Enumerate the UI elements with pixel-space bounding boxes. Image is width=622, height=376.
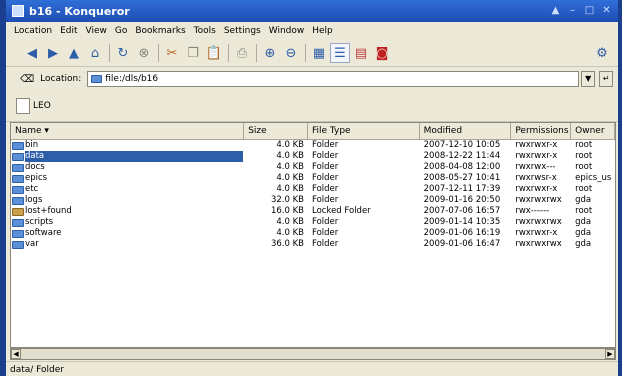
table-row[interactable]: var 36.0 KB Folder 2009-01-06 16:47 rwxr… <box>11 239 615 250</box>
location-input[interactable]: file:/dls/b16 <box>87 71 580 87</box>
folder-icon <box>12 240 24 249</box>
stop-icon[interactable]: ⊗ <box>134 43 154 63</box>
main-toolbar: ◀ ▶ ▲ ⌂ ↻ ⊗ ✂ ❐ 📋 ⎙ ⊕ ⊖ ▦ ☰ ▤ ◙ ⚙ <box>6 40 618 67</box>
table-row[interactable]: scripts 4.0 KB Folder 2009-01-14 10:35 r… <box>11 217 615 228</box>
minimize-icon[interactable]: – <box>565 4 580 18</box>
close-view-icon[interactable]: ◙ <box>372 43 392 63</box>
clear-location-icon[interactable]: ⌫ <box>20 74 34 85</box>
column-header-size[interactable]: Size <box>244 123 308 139</box>
toolbar-separator <box>228 44 229 62</box>
table-row[interactable]: lost+found 16.0 KB Locked Folder 2007-07… <box>11 206 615 217</box>
back-icon[interactable]: ◀ <box>22 43 42 63</box>
zoom-out-icon[interactable]: ⊖ <box>281 43 301 63</box>
up-icon[interactable]: ▲ <box>64 43 84 63</box>
maximize-icon[interactable]: □ <box>582 4 597 18</box>
table-row[interactable]: logs 32.0 KB Folder 2009-01-16 20:50 rwx… <box>11 195 615 206</box>
folder-icon <box>12 152 24 161</box>
folder-icon <box>12 196 24 205</box>
menu-settings[interactable]: Settings <box>220 26 265 36</box>
folder-icon <box>12 163 24 172</box>
column-header-modified[interactable]: Modified <box>420 123 512 139</box>
toolbar-separator <box>256 44 257 62</box>
document-icon <box>16 98 30 114</box>
cut-icon[interactable]: ✂ <box>162 43 182 63</box>
go-icon[interactable]: ↵ <box>599 71 614 87</box>
folder-icon <box>91 75 103 83</box>
location-label: Location: <box>40 74 82 84</box>
konqueror-gear-icon[interactable]: ⚙ <box>592 43 612 63</box>
scroll-left-icon[interactable]: ◀ <box>11 349 21 359</box>
toolbar-separator <box>158 44 159 62</box>
zoom-in-icon[interactable]: ⊕ <box>260 43 280 63</box>
icon-view-icon[interactable]: ▦ <box>309 43 329 63</box>
menu-help[interactable]: Help <box>308 26 337 36</box>
column-header-owner[interactable]: Owner <box>571 123 615 139</box>
menu-bar: Location Edit View Go Bookmarks Tools Se… <box>6 22 618 40</box>
column-header-file-type[interactable]: File Type <box>308 123 420 139</box>
toolbar-separator <box>305 44 306 62</box>
menu-view[interactable]: View <box>82 26 111 36</box>
location-value: file:/dls/b16 <box>105 74 159 84</box>
menu-bookmarks[interactable]: Bookmarks <box>131 26 189 36</box>
folder-icon <box>12 141 24 150</box>
status-text: data/ Folder <box>10 364 64 375</box>
app-icon <box>12 5 24 17</box>
menu-window[interactable]: Window <box>265 26 309 36</box>
status-bar: data/ Folder <box>6 361 618 376</box>
detailed-view-icon[interactable]: ☰ <box>330 43 350 63</box>
tree-view-icon[interactable]: ▤ <box>351 43 371 63</box>
reload-icon[interactable]: ↻ <box>113 43 133 63</box>
bookmark-leo[interactable]: LEO <box>16 98 51 114</box>
table-row[interactable]: docs 4.0 KB Folder 2008-04-08 12:00 rwxr… <box>11 162 615 173</box>
table-row[interactable]: bin 4.0 KB Folder 2007-12-10 10:05 rwxrw… <box>11 140 615 151</box>
table-row[interactable]: data 4.0 KB Folder 2008-12-22 11:44 rwxr… <box>11 151 615 162</box>
table-row[interactable]: software 4.0 KB Folder 2009-01-06 16:19 … <box>11 228 615 239</box>
close-icon[interactable]: ✕ <box>599 4 614 18</box>
shade-icon[interactable]: ▲ <box>548 4 563 18</box>
file-list[interactable]: Name ▾ Size File Type Modified Permissio… <box>10 122 616 348</box>
list-header: Name ▾ Size File Type Modified Permissio… <box>11 123 615 140</box>
folder-icon <box>12 218 24 227</box>
menu-edit[interactable]: Edit <box>56 26 81 36</box>
forward-icon[interactable]: ▶ <box>43 43 63 63</box>
horizontal-scrollbar[interactable]: ◀ ▶ <box>10 348 616 360</box>
column-header-permissions[interactable]: Permissions <box>511 123 572 139</box>
scroll-track[interactable] <box>21 349 605 359</box>
home-icon[interactable]: ⌂ <box>85 43 105 63</box>
location-bar: ⌫ Location: file:/dls/b16 ▼ ↵ <box>6 67 618 91</box>
locked-folder-icon <box>12 207 24 216</box>
folder-icon <box>12 229 24 238</box>
toolbar-separator <box>109 44 110 62</box>
scroll-right-icon[interactable]: ▶ <box>605 349 615 359</box>
print-icon[interactable]: ⎙ <box>232 43 252 63</box>
menu-go[interactable]: Go <box>111 26 131 36</box>
menu-tools[interactable]: Tools <box>190 26 220 36</box>
table-row[interactable]: etc 4.0 KB Folder 2007-12-11 17:39 rwxrw… <box>11 184 615 195</box>
copy-icon[interactable]: ❐ <box>183 43 203 63</box>
title-bar[interactable]: b16 - Konqueror ▲ – □ ✕ <box>6 0 618 22</box>
column-header-name[interactable]: Name ▾ <box>11 123 245 139</box>
folder-icon <box>12 185 24 194</box>
bookmark-toolbar: LEO <box>6 91 618 122</box>
location-dropdown-icon[interactable]: ▼ <box>581 71 596 87</box>
folder-icon <box>12 174 24 183</box>
bookmark-label: LEO <box>33 101 51 111</box>
table-row[interactable]: epics 4.0 KB Folder 2008-05-27 10:41 rwx… <box>11 173 615 184</box>
window-title: b16 - Konqueror <box>29 4 130 18</box>
paste-icon[interactable]: 📋 <box>204 43 224 63</box>
menu-location[interactable]: Location <box>10 26 56 36</box>
konqueror-window: b16 - Konqueror ▲ – □ ✕ Location Edit Vi… <box>0 0 622 376</box>
